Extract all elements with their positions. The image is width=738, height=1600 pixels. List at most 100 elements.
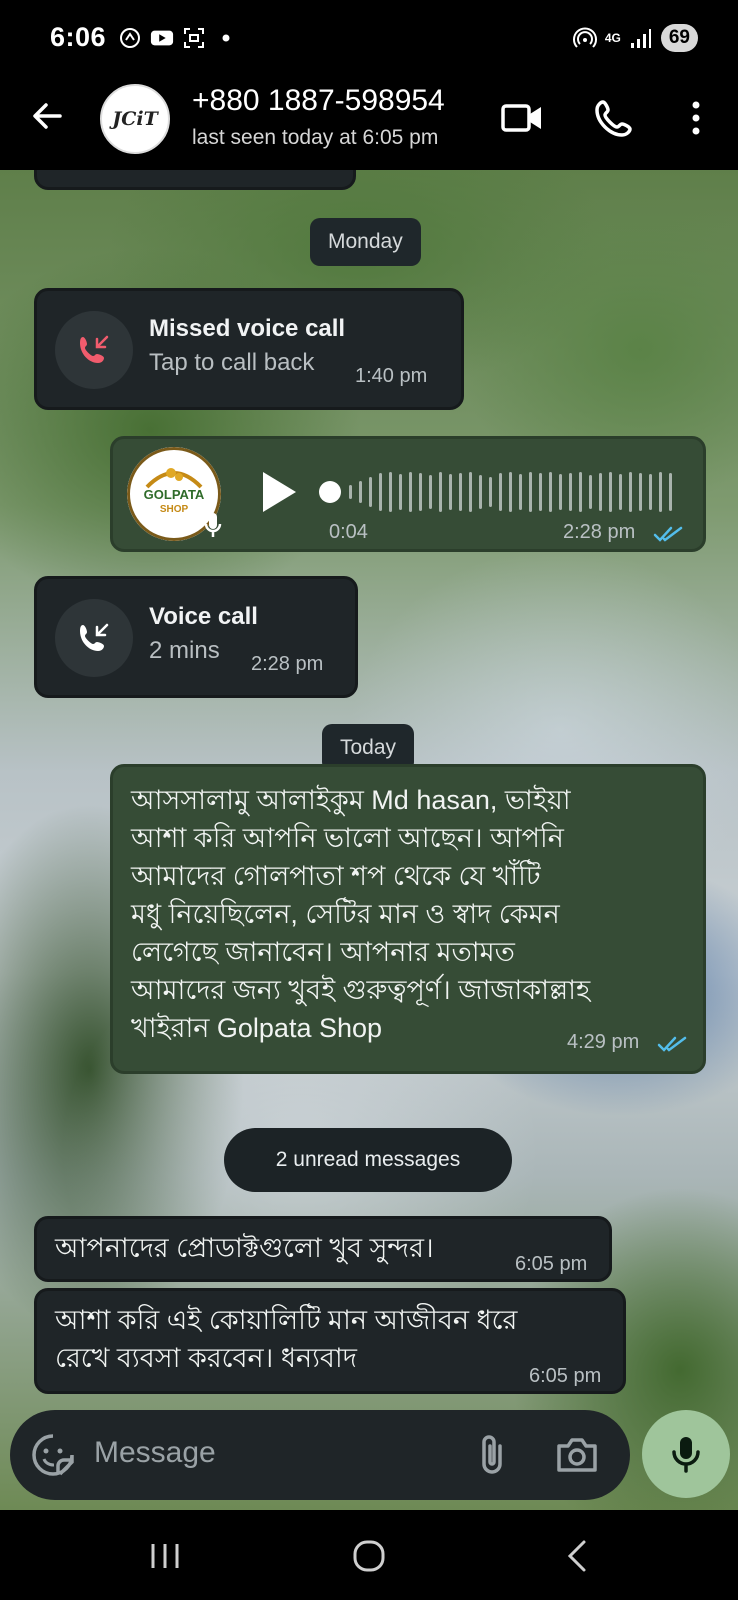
more-options-button[interactable] [672, 94, 720, 142]
waveform-bar [499, 473, 502, 511]
mic-badge-icon [204, 513, 222, 537]
attach-button[interactable] [472, 1432, 512, 1478]
outgoing-message-bubble[interactable]: আসসালামু আলাইকুম Md hasan, ভাইয়া আশা কর… [110, 764, 706, 1074]
missed-call-icon [80, 335, 109, 363]
waveform-bar [389, 472, 392, 512]
missed-call-title: Missed voice call [149, 315, 346, 342]
text-line: আশা করি এই কোয়ালিটি মান আজীবন ধরে [55, 1305, 518, 1335]
chat-header: JCiT +880 1887-598954 last seen today at… [0, 64, 738, 170]
waveform-bar [429, 475, 432, 509]
battery-indicator: 69 [660, 24, 698, 52]
avatar-logo-text: JCiT [112, 108, 158, 130]
voice-call-title: Voice call [149, 603, 258, 630]
home-button[interactable] [344, 1534, 394, 1578]
youtube-icon [150, 26, 174, 50]
incoming-message-bubble[interactable]: আপনাদের প্রোডাক্টগুলো খুব সুন্দর। 6:05 p… [34, 1216, 612, 1282]
video-camera-icon [501, 104, 541, 132]
waveform-bar [639, 473, 642, 511]
playback-scrubber[interactable] [319, 481, 341, 503]
logo-line-1: GOLPATA [143, 487, 205, 502]
message-input-bar: Message [10, 1410, 630, 1500]
waveform-bar [649, 474, 652, 510]
signal-icon [629, 26, 653, 50]
text-line: আমাদের জন্য খুবই গুরুত্বপূর্ণ। জাজাকাল্ল… [131, 975, 591, 1005]
waveform-bar [409, 472, 412, 512]
notification-icons [118, 26, 238, 50]
voice-call-icon-circle [55, 599, 133, 677]
whatsapp-status-icon [118, 26, 142, 50]
message-input[interactable]: Message [94, 1436, 216, 1470]
message-time: 2:28 pm [563, 521, 636, 543]
screenshot-icon [182, 26, 206, 50]
voice-record-button[interactable] [642, 1410, 730, 1498]
message-time: 6:05 pm [529, 1365, 602, 1387]
waveform-bar [609, 472, 612, 512]
unread-messages-divider: 2 unread messages [224, 1128, 512, 1192]
waveform-bar [529, 472, 532, 512]
status-bar: 6:06 4G 69 [0, 0, 738, 64]
incoming-call-icon [80, 623, 109, 651]
missed-call-bubble[interactable]: Missed voice call Tap to call back 1:40 … [34, 288, 464, 410]
chat-area[interactable]: Monday Missed voice call Tap to call bac… [0, 170, 738, 1510]
microphone-icon [672, 1437, 700, 1473]
system-icons: 4G 69 [572, 24, 698, 52]
waveform-bar [399, 474, 402, 510]
camera-button[interactable] [554, 1432, 600, 1478]
back-button[interactable] [26, 94, 70, 138]
voice-call-button[interactable] [590, 94, 638, 142]
missed-call-subtitle: Tap to call back [149, 349, 315, 376]
avatar[interactable]: JCiT [100, 84, 170, 154]
recents-icon [151, 1544, 179, 1568]
missed-call-icon-circle [55, 311, 133, 389]
waveform-bar [539, 473, 542, 511]
waveform-bar [659, 472, 662, 512]
home-icon [353, 1540, 385, 1572]
kebab-menu-icon [692, 101, 700, 135]
text-line: মধু নিয়েছিলেন, সেটির মান ও স্বাদ কেমন [131, 899, 560, 929]
arrow-left-icon [33, 103, 62, 129]
waveform-bar [489, 477, 492, 507]
dot-icon [214, 26, 238, 50]
status-time: 6:06 [50, 22, 107, 52]
camera-icon [557, 1438, 597, 1472]
play-icon [263, 472, 296, 512]
voice-note-duration: 0:04 [329, 521, 368, 543]
message-time: 6:05 pm [515, 1253, 588, 1275]
voice-call-bubble[interactable]: Voice call 2 mins 2:28 pm [34, 576, 358, 698]
voice-note-bubble[interactable]: GOLPATA SHOP 0:04 2:28 pm [110, 436, 706, 552]
waveform-bar [669, 473, 672, 511]
waveform-bar [549, 472, 552, 512]
hotspot-icon [572, 26, 597, 50]
nav-back-button[interactable] [552, 1534, 602, 1578]
text-line: আমাদের গোলপাতা শপ থেকে যে খাঁটি [131, 861, 541, 891]
waveform-bar [479, 475, 482, 509]
text-line: আসসালামু আলাইকুম Md hasan, ভাইয়া [131, 785, 571, 815]
waveform[interactable] [345, 467, 685, 517]
phone-icon [595, 100, 632, 137]
waveform-bar [509, 472, 512, 512]
incoming-message-bubble[interactable]: আশা করি এই কোয়ালিটি মান আজীবন ধরে রেখে … [34, 1288, 626, 1394]
message-time: 4:29 pm [567, 1031, 640, 1053]
waveform-bar [379, 473, 382, 511]
waveform-bar [359, 481, 362, 503]
emoji-button[interactable] [30, 1432, 76, 1478]
text-line: আশা করি আপনি ভালো আছেন। আপনি [131, 823, 564, 853]
waveform-bar [369, 477, 372, 507]
waveform-bar [459, 473, 462, 511]
video-call-button[interactable] [498, 94, 546, 142]
waveform-bar [559, 474, 562, 510]
play-button[interactable] [259, 469, 299, 515]
waveform-bar [619, 474, 622, 510]
waveform-bar [439, 472, 442, 512]
text-line: লেগেছে জানাবেন। আপনার মতামত [131, 937, 515, 967]
waveform-bar [349, 485, 352, 499]
recent-apps-button[interactable] [140, 1534, 190, 1578]
incoming-message-text: আপনাদের প্রোডাক্টগুলো খুব সুন্দর। [55, 1233, 434, 1263]
waveform-bar [569, 473, 572, 511]
waveform-bar [599, 473, 602, 511]
previous-message-bubble[interactable] [34, 170, 356, 190]
outgoing-message-text: আসসালামু আলাইকুম Md hasan, ভাইয়া আশা কর… [131, 781, 691, 1047]
read-ticks-icon [653, 526, 683, 542]
sticker-smiley-icon [32, 1434, 74, 1476]
contact-name[interactable]: +880 1887-598954 [192, 84, 445, 118]
